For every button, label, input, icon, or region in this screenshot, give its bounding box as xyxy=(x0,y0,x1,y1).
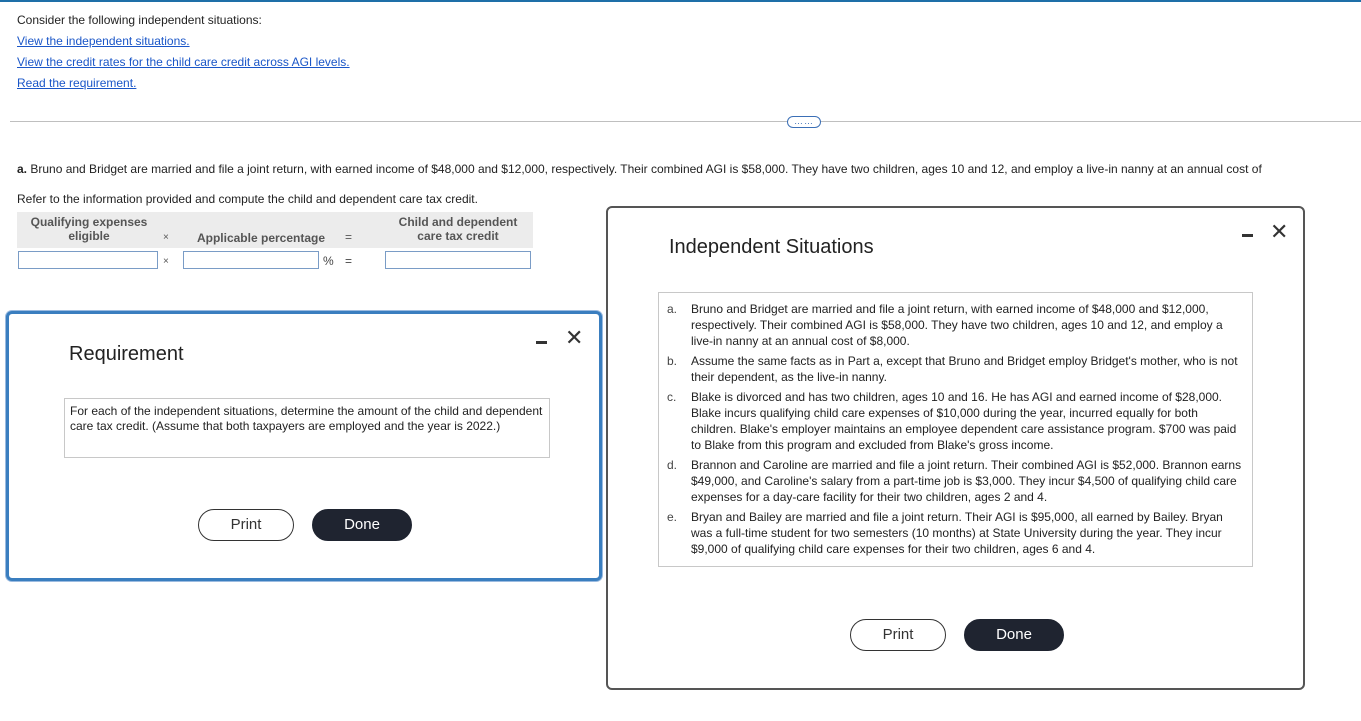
requirement-title: Requirement xyxy=(69,343,184,365)
requirement-dialog: Requirement ✕ For each of the independen… xyxy=(6,311,602,581)
view-situations-link[interactable]: View the independent situations. xyxy=(17,34,190,48)
print-button[interactable]: Print xyxy=(198,509,294,541)
situation-letter: a. xyxy=(667,302,678,316)
section-divider xyxy=(10,121,1361,122)
minimize-icon[interactable] xyxy=(1242,234,1253,237)
question-body: Bruno and Bridget are married and file a… xyxy=(27,162,1262,176)
situations-title: Independent Situations xyxy=(669,236,874,258)
credit-result-input[interactable] xyxy=(385,251,531,269)
situation-item-c: c. Blake is divorced and has two childre… xyxy=(667,389,1242,453)
minimize-icon[interactable] xyxy=(536,341,547,344)
situation-item-a: a. Bruno and Bridget are married and fil… xyxy=(667,301,1242,349)
requirement-body: For each of the independent situations, … xyxy=(64,398,550,458)
situation-text: Assume the same facts as in Part a, exce… xyxy=(691,354,1238,384)
read-requirement-link[interactable]: Read the requirement. xyxy=(17,76,136,90)
situation-letter: c. xyxy=(667,390,677,404)
question-text: a. Bruno and Bridget are married and fil… xyxy=(17,162,1361,176)
situation-text: Brannon and Caroline are married and fil… xyxy=(691,458,1242,504)
applicable-percentage-input[interactable] xyxy=(183,251,319,269)
intro-text: Consider the following independent situa… xyxy=(17,13,262,27)
done-button[interactable]: Done xyxy=(964,619,1064,651)
situation-item-b: b. Assume the same facts as in Part a, e… xyxy=(667,353,1242,385)
instruction-text: Refer to the information provided and co… xyxy=(17,192,478,206)
qualifying-expenses-input[interactable] xyxy=(18,251,158,269)
top-accent-bar xyxy=(0,0,1361,2)
situation-text: Bruno and Bridget are married and file a… xyxy=(691,302,1223,348)
expand-more-button[interactable]: …… xyxy=(787,116,821,128)
print-button[interactable]: Print xyxy=(850,619,946,651)
percent-sign: % xyxy=(323,254,334,268)
situation-letter: e. xyxy=(667,510,678,524)
header-qualifying-expenses-line1: Qualifying expenses xyxy=(30,215,148,229)
view-credit-rates-link[interactable]: View the credit rates for the child care… xyxy=(17,55,350,69)
situation-text: Blake is divorced and has two children, … xyxy=(691,390,1237,452)
independent-situations-dialog: Independent Situations ✕ a. Bruno and Br… xyxy=(606,206,1305,690)
header-credit: Child and dependent care tax credit xyxy=(377,215,539,243)
done-button[interactable]: Done xyxy=(312,509,412,541)
header-applicable-percentage: Applicable percentage xyxy=(196,231,326,245)
calculation-header: Qualifying expenses eligible × Applicabl… xyxy=(17,212,533,248)
close-icon[interactable]: ✕ xyxy=(1270,221,1288,243)
header-qualifying-expenses-line2: eligible xyxy=(68,229,110,243)
equals-operator: = xyxy=(345,230,353,244)
header-credit-line1: Child and dependent xyxy=(398,215,518,229)
situation-item-d: d. Brannon and Caroline are married and … xyxy=(667,457,1242,505)
situation-letter: b. xyxy=(667,354,678,368)
header-credit-line2: care tax credit xyxy=(417,229,499,243)
situations-list: a. Bruno and Bridget are married and fil… xyxy=(658,292,1253,567)
equals-operator-row: = xyxy=(345,254,353,268)
situation-text: Bryan and Bailey are married and file a … xyxy=(691,510,1223,556)
times-operator-row: × xyxy=(163,256,169,267)
question-label: a. xyxy=(17,162,28,176)
situation-letter: d. xyxy=(667,458,678,472)
situation-item-e: e. Bryan and Bailey are married and file… xyxy=(667,509,1242,557)
times-operator: × xyxy=(163,232,169,243)
header-qualifying-expenses: Qualifying expenses eligible xyxy=(17,215,161,243)
close-icon[interactable]: ✕ xyxy=(565,327,583,349)
